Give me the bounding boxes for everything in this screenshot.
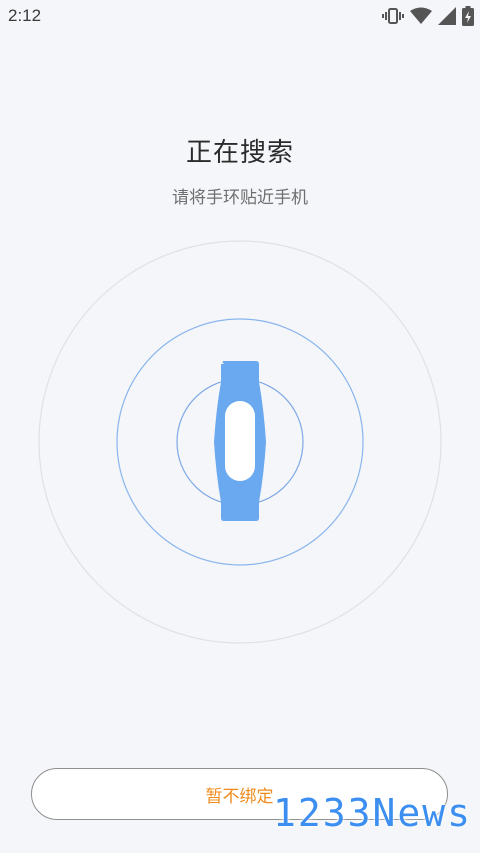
search-radar	[38, 240, 442, 644]
instruction-text: 请将手环贴近手机	[172, 188, 308, 208]
cell-signal-icon	[438, 7, 456, 25]
watermark-logo: 1233News	[272, 791, 472, 835]
search-screen: 2:12 正在搜索 请将手环贴近手机 暂不绑定 1233News	[0, 0, 480, 853]
skip-binding-label: 暂不绑定	[205, 786, 274, 807]
battery-charging-icon	[462, 6, 474, 26]
wifi-icon	[410, 7, 432, 25]
band-icon	[214, 361, 266, 521]
status-icons	[382, 6, 474, 26]
status-bar: 2:12	[0, 0, 480, 33]
vibrate-icon	[382, 7, 404, 25]
page-title: 正在搜索	[185, 138, 294, 168]
status-time: 2:12	[8, 6, 42, 25]
